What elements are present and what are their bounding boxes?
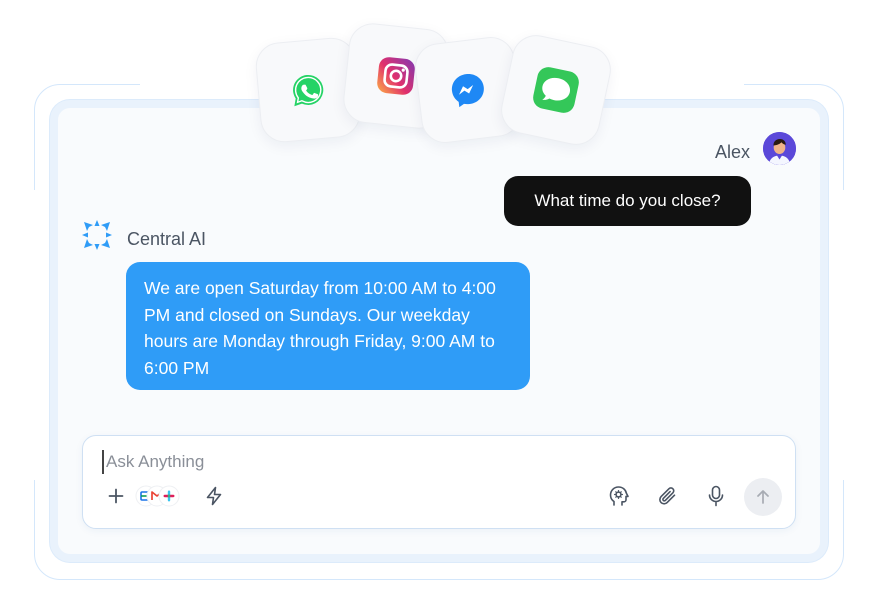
brain-icon (609, 486, 629, 506)
lightning-icon (206, 486, 222, 506)
integrations-button[interactable] (134, 484, 182, 508)
avatar[interactable] (763, 132, 796, 165)
ask-input[interactable] (106, 449, 706, 475)
user-name: Alex (714, 142, 750, 162)
messenger-icon (451, 74, 484, 108)
whatsapp-icon (293, 75, 324, 107)
user-message-bubble: What time do you close? (504, 176, 751, 226)
assistant-message-bubble: We are open Saturday from 10:00 AM to 4:… (126, 262, 530, 390)
send-arrow-icon (757, 490, 769, 504)
voice-button[interactable] (703, 483, 729, 509)
messages-card[interactable] (496, 30, 616, 150)
text-caret (102, 450, 104, 474)
assistant-name: Central AI (127, 229, 207, 249)
add-button[interactable] (104, 484, 128, 508)
paperclip-icon (659, 487, 676, 505)
plus-icon (108, 488, 124, 504)
microphone-icon (708, 485, 724, 507)
actions-button[interactable] (202, 484, 226, 508)
send-button[interactable] (744, 478, 782, 516)
messages-icon (533, 67, 579, 113)
integrations-icon (135, 485, 180, 507)
user-avatar-icon (763, 132, 796, 165)
instagram-icon (377, 57, 415, 95)
ai-mode-button[interactable] (606, 483, 632, 509)
central-ai-logo-icon (80, 218, 114, 252)
attach-button[interactable] (655, 483, 681, 509)
